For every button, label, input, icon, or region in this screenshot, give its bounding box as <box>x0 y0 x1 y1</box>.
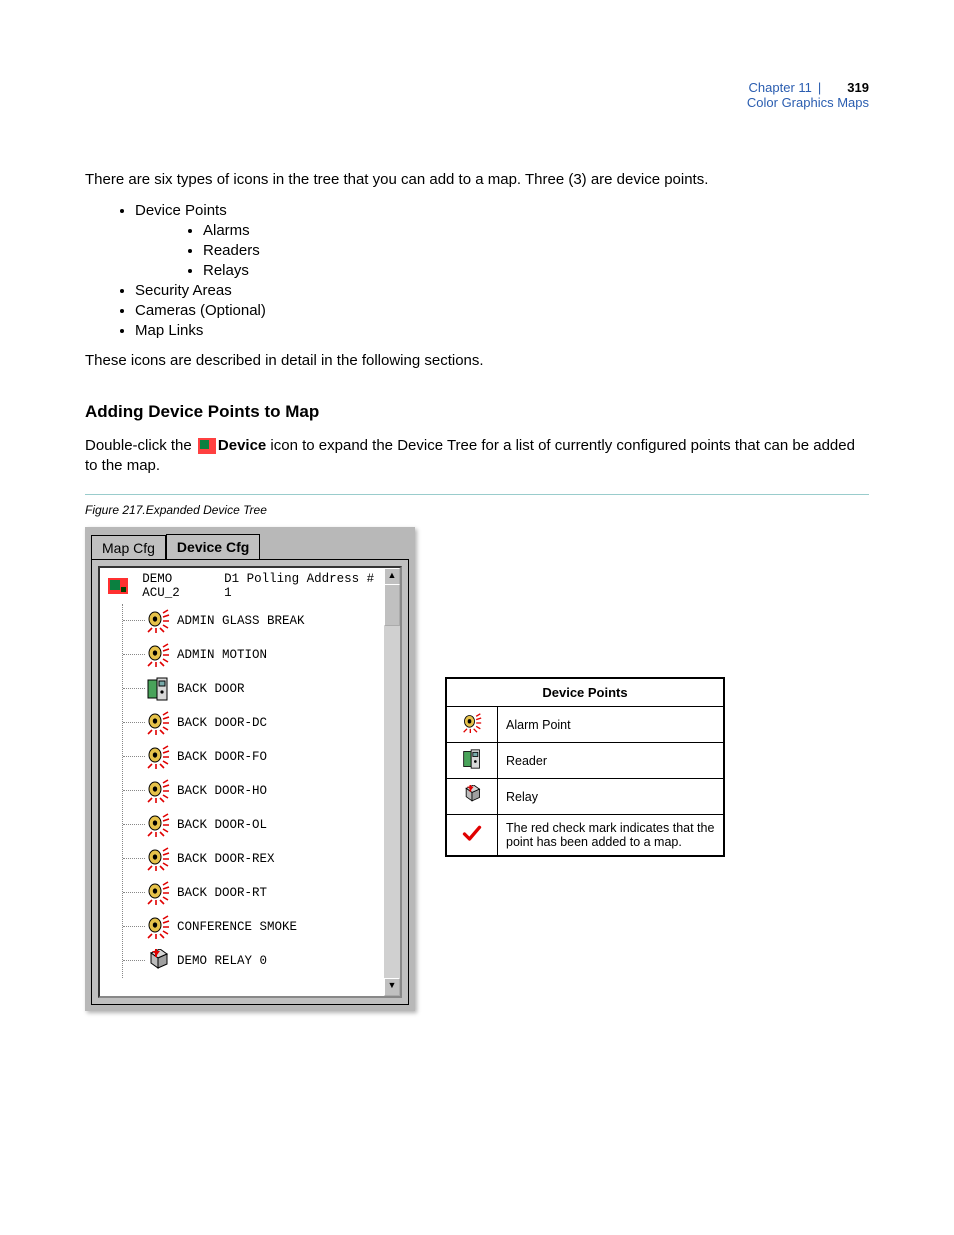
scrollbar[interactable]: ▲ ▼ <box>384 568 400 996</box>
scroll-thumb[interactable] <box>384 584 400 626</box>
tree-node-label: ADMIN MOTION <box>177 648 267 662</box>
device-tree-panel: Map Cfg Device Cfg DEMO ACU_2 D1 Polling… <box>85 527 415 1011</box>
chapter-label: Chapter 11 <box>749 80 812 95</box>
list-item: Cameras (Optional) <box>135 302 869 319</box>
tree-node[interactable]: BACK DOOR-DC <box>123 706 384 740</box>
reader-icon <box>446 743 498 779</box>
header-separator: | <box>812 80 827 95</box>
list-item: Map Links <box>135 322 869 339</box>
alarm-icon <box>145 812 171 838</box>
tree-node-label: BACK DOOR <box>177 682 245 696</box>
tree-node-label: BACK DOOR-OL <box>177 818 267 832</box>
tree-node-label: BACK DOOR-REX <box>177 852 275 866</box>
instruction-pre: Double-click the <box>85 437 196 454</box>
tab-bar: Map Cfg Device Cfg <box>91 533 409 559</box>
list-item: Security Areas <box>135 282 869 299</box>
list-item-label: Device Points <box>135 202 227 219</box>
instruction-paragraph: Double-click the Device icon to expand t… <box>85 436 869 477</box>
relay-icon <box>446 779 498 815</box>
tree-node-label: BACK DOOR-FO <box>177 750 267 764</box>
device-icon <box>106 573 130 599</box>
tree-node-label: CONFERENCE SMOKE <box>177 920 297 934</box>
reader-icon <box>145 676 171 702</box>
legend-row: Alarm Point <box>446 707 724 743</box>
tree-node-label: BACK DOOR-RT <box>177 886 267 900</box>
tree-node[interactable]: CONFERENCE SMOKE <box>123 910 384 944</box>
list-item: Readers <box>203 242 869 259</box>
chapter-subtitle: Color Graphics Maps <box>85 95 869 110</box>
section-heading: Adding Device Points to Map <box>85 402 869 422</box>
icon-types-list: Device Points Alarms Readers Relays Secu… <box>135 202 869 339</box>
tree-node[interactable]: ADMIN MOTION <box>123 638 384 672</box>
tree-root[interactable]: DEMO ACU_2 D1 Polling Address # 1 <box>100 568 384 604</box>
legend-row: The red check mark indicates that the po… <box>446 815 724 857</box>
tab-map-cfg[interactable]: Map Cfg <box>91 535 166 560</box>
list-item: Alarms <box>203 222 869 239</box>
alarm-icon <box>145 914 171 940</box>
device-icon <box>198 438 216 454</box>
tree-node-label: ADMIN GLASS BREAK <box>177 614 305 628</box>
check-icon <box>446 815 498 857</box>
tree-node[interactable]: ADMIN GLASS BREAK <box>123 604 384 638</box>
legend-text: The red check mark indicates that the po… <box>498 815 725 857</box>
tree-node[interactable]: BACK DOOR-OL <box>123 808 384 842</box>
alarm-icon <box>145 744 171 770</box>
transition-paragraph: These icons are described in detail in t… <box>85 351 869 371</box>
tree-node[interactable]: BACK DOOR-REX <box>123 842 384 876</box>
tree-node[interactable]: DEMO RELAY 0 <box>123 944 384 978</box>
tree-root-detail: D1 Polling Address # 1 <box>224 572 378 600</box>
alarm-icon <box>145 880 171 906</box>
tree-node[interactable]: BACK DOOR-RT <box>123 876 384 910</box>
alarm-icon <box>145 608 171 634</box>
relay-icon <box>145 948 171 974</box>
figure-caption: Figure 217.Expanded Device Tree <box>85 503 869 517</box>
tree-node-label: DEMO RELAY 0 <box>177 954 267 968</box>
legend-title: Device Points <box>446 678 724 707</box>
list-item: Relays <box>203 262 869 279</box>
tree-node[interactable]: BACK DOOR <box>123 672 384 706</box>
divider <box>85 494 869 495</box>
legend-text: Alarm Point <box>498 707 725 743</box>
instruction-bold: Device <box>218 437 266 454</box>
legend-text: Reader <box>498 743 725 779</box>
tree-node-label: BACK DOOR-DC <box>177 716 267 730</box>
tree-node[interactable]: BACK DOOR-HO <box>123 774 384 808</box>
alarm-icon <box>145 846 171 872</box>
legend-row: Reader <box>446 743 724 779</box>
alarm-icon <box>145 710 171 736</box>
device-points-legend: Device Points Alarm PointReaderRelayThe … <box>445 677 725 857</box>
legend-row: Relay <box>446 779 724 815</box>
legend-text: Relay <box>498 779 725 815</box>
list-item: Device Points Alarms Readers Relays <box>135 202 869 279</box>
page-number: 319 <box>847 80 869 95</box>
tree-node-label: BACK DOOR-HO <box>177 784 267 798</box>
tree-node[interactable]: BACK DOOR-FO <box>123 740 384 774</box>
alarm-icon <box>145 642 171 668</box>
alarm-icon <box>145 778 171 804</box>
tab-device-cfg[interactable]: Device Cfg <box>166 534 260 560</box>
alarm-icon <box>446 707 498 743</box>
device-tree[interactable]: DEMO ACU_2 D1 Polling Address # 1 ADMIN … <box>98 566 402 998</box>
tree-root-label: DEMO ACU_2 <box>142 572 212 600</box>
page-header: Chapter 11 | 319 Color Graphics Maps <box>85 80 869 110</box>
intro-paragraph: There are six types of icons in the tree… <box>85 170 869 190</box>
scroll-down-button[interactable]: ▼ <box>384 978 400 996</box>
